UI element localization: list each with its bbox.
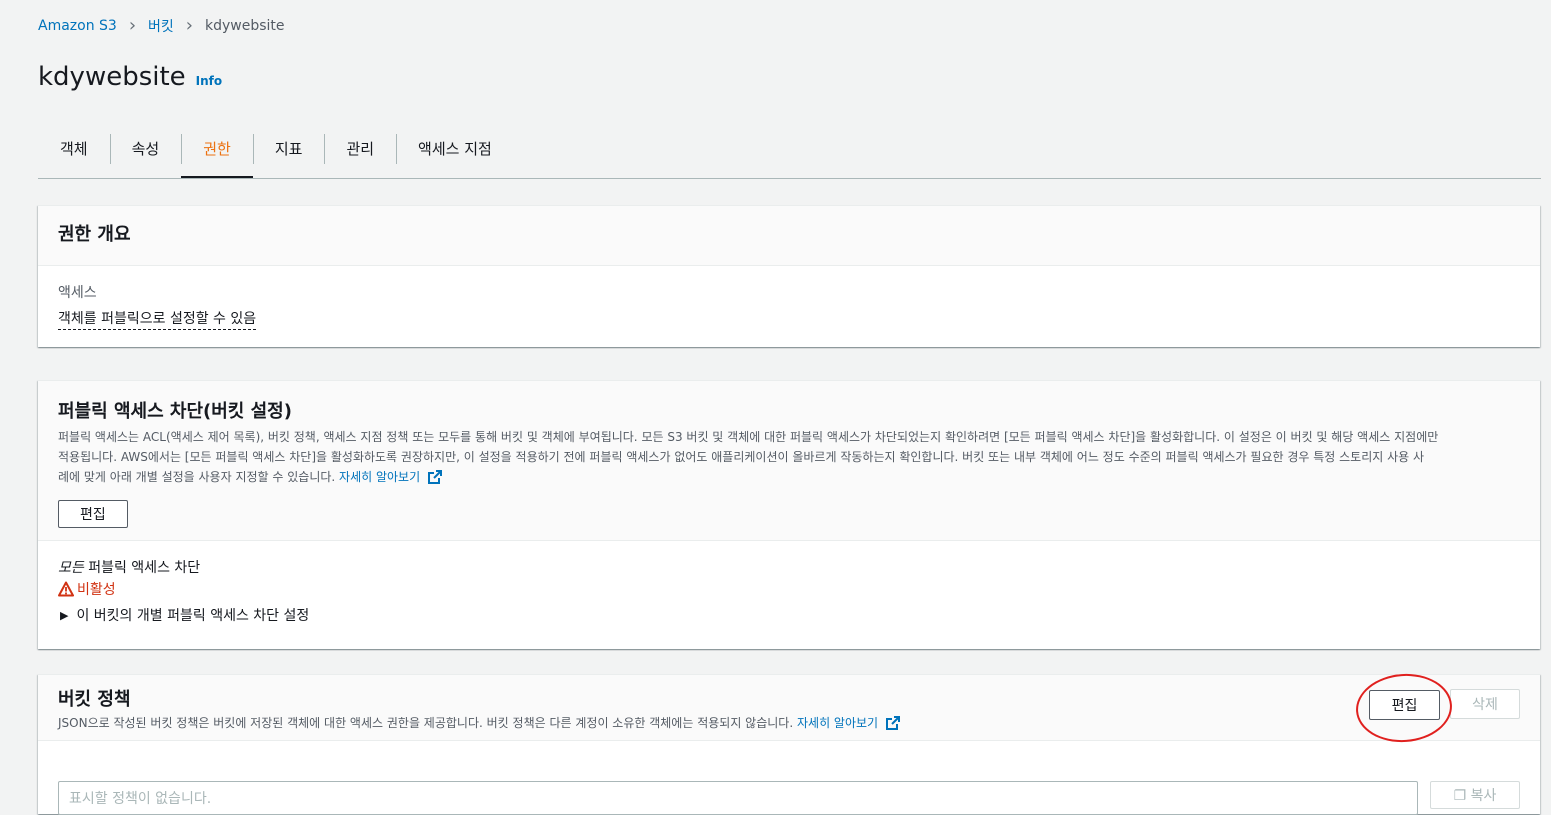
external-link-icon <box>427 470 442 490</box>
individual-settings-expander[interactable]: ▶ 이 버킷의 개별 퍼블릭 액세스 차단 설정 <box>58 605 1520 625</box>
external-link-icon <box>885 716 900 736</box>
tab-bar: 객체 속성 권한 지표 관리 액세스 지점 <box>38 132 1541 179</box>
permissions-overview-body: 액세스 객체를 퍼블릭으로 설정할 수 있음 <box>38 266 1540 330</box>
breadcrumb-amazon-s3[interactable]: Amazon S3 <box>38 18 117 34</box>
description-line: 퍼블릭 액세스는 ACL(액세스 제어 목록), 버킷 정책, 액세스 지점 정… <box>58 430 1439 444</box>
bucket-policy-header: 버킷 정책 JSON으로 작성된 버킷 정책은 버킷에 저장된 객체에 대한 액… <box>38 675 1540 741</box>
panel-title: 권한 개요 <box>58 224 131 245</box>
breadcrumb-buckets[interactable]: 버킷 <box>148 16 174 36</box>
copy-icon: ❐ <box>1453 788 1471 804</box>
access-label: 액세스 <box>58 285 97 301</box>
block-public-access-body: 모든 퍼블릭 액세스 차단 비활성 ▶ 이 버킷의 개별 퍼블릭 액세스 차단 … <box>38 541 1540 625</box>
permissions-overview-panel: 권한 개요 액세스 객체를 퍼블릭으로 설정할 수 있음 <box>38 205 1540 347</box>
tab-objects[interactable]: 객체 <box>38 132 110 178</box>
status-badge: 비활성 <box>58 579 1520 599</box>
breadcrumb: Amazon S3 › 버킷 › kdywebsite <box>38 16 285 36</box>
info-link[interactable]: Info <box>196 74 222 88</box>
chevron-right-icon: › <box>128 15 137 36</box>
breadcrumb-current: kdywebsite <box>205 18 285 34</box>
tab-management[interactable]: 관리 <box>324 132 396 178</box>
panel-title: 버킷 정책 <box>58 689 131 710</box>
description-line: 적용됩니다. AWS에서는 [모든 퍼블릭 액세스 차단]을 활성화하도록 권장… <box>58 450 1425 464</box>
caret-right-icon: ▶ <box>60 608 69 622</box>
page-title: kdywebsite <box>38 62 186 92</box>
edit-button[interactable]: 편집 <box>58 500 128 528</box>
block-public-access-header: 퍼블릭 액세스 차단(버킷 설정) 퍼블릭 액세스는 ACL(액세스 제어 목록… <box>38 381 1540 541</box>
panel-description: 퍼블릭 액세스는 ACL(액세스 제어 목록), 버킷 정책, 액세스 지점 정… <box>58 427 1520 490</box>
tab-permissions[interactable]: 권한 <box>181 132 253 178</box>
tab-properties[interactable]: 속성 <box>109 132 182 178</box>
warning-icon <box>58 581 74 597</box>
tab-access-points[interactable]: 액세스 지점 <box>396 132 514 178</box>
block-public-access-panel: 퍼블릭 액세스 차단(버킷 설정) 퍼블릭 액세스는 ACL(액세스 제어 목록… <box>38 380 1540 649</box>
chevron-right-icon: › <box>185 15 193 36</box>
copy-button[interactable]: ❐ 복사 <box>1430 781 1520 809</box>
permissions-overview-header: 권한 개요 <box>38 206 1540 266</box>
panel-description: JSON으로 작성된 버킷 정책은 버킷에 저장된 객체에 대한 액세스 권한을… <box>58 713 1520 736</box>
policy-editor[interactable]: 표시할 정책이 없습니다. <box>58 781 1418 815</box>
description-line: 례에 맞게 아래 개별 설정을 사용자 지정할 수 있습니다. 자세히 알아보기 <box>58 467 1520 490</box>
learn-more-link[interactable]: 자세히 알아보기 <box>339 470 420 484</box>
page-title-row: kdywebsite Info <box>38 62 222 92</box>
access-value[interactable]: 객체를 퍼블릭으로 설정할 수 있음 <box>58 308 257 330</box>
block-all-label: 모든 퍼블릭 액세스 차단 <box>58 560 201 576</box>
learn-more-link[interactable]: 자세히 알아보기 <box>797 716 878 730</box>
panel-title: 퍼블릭 액세스 차단(버킷 설정) <box>58 401 292 422</box>
delete-policy-button[interactable]: 삭제 <box>1450 689 1520 719</box>
bucket-policy-panel: 버킷 정책 JSON으로 작성된 버킷 정책은 버킷에 저장된 객체에 대한 액… <box>38 674 1540 815</box>
tab-metrics[interactable]: 지표 <box>252 132 325 178</box>
